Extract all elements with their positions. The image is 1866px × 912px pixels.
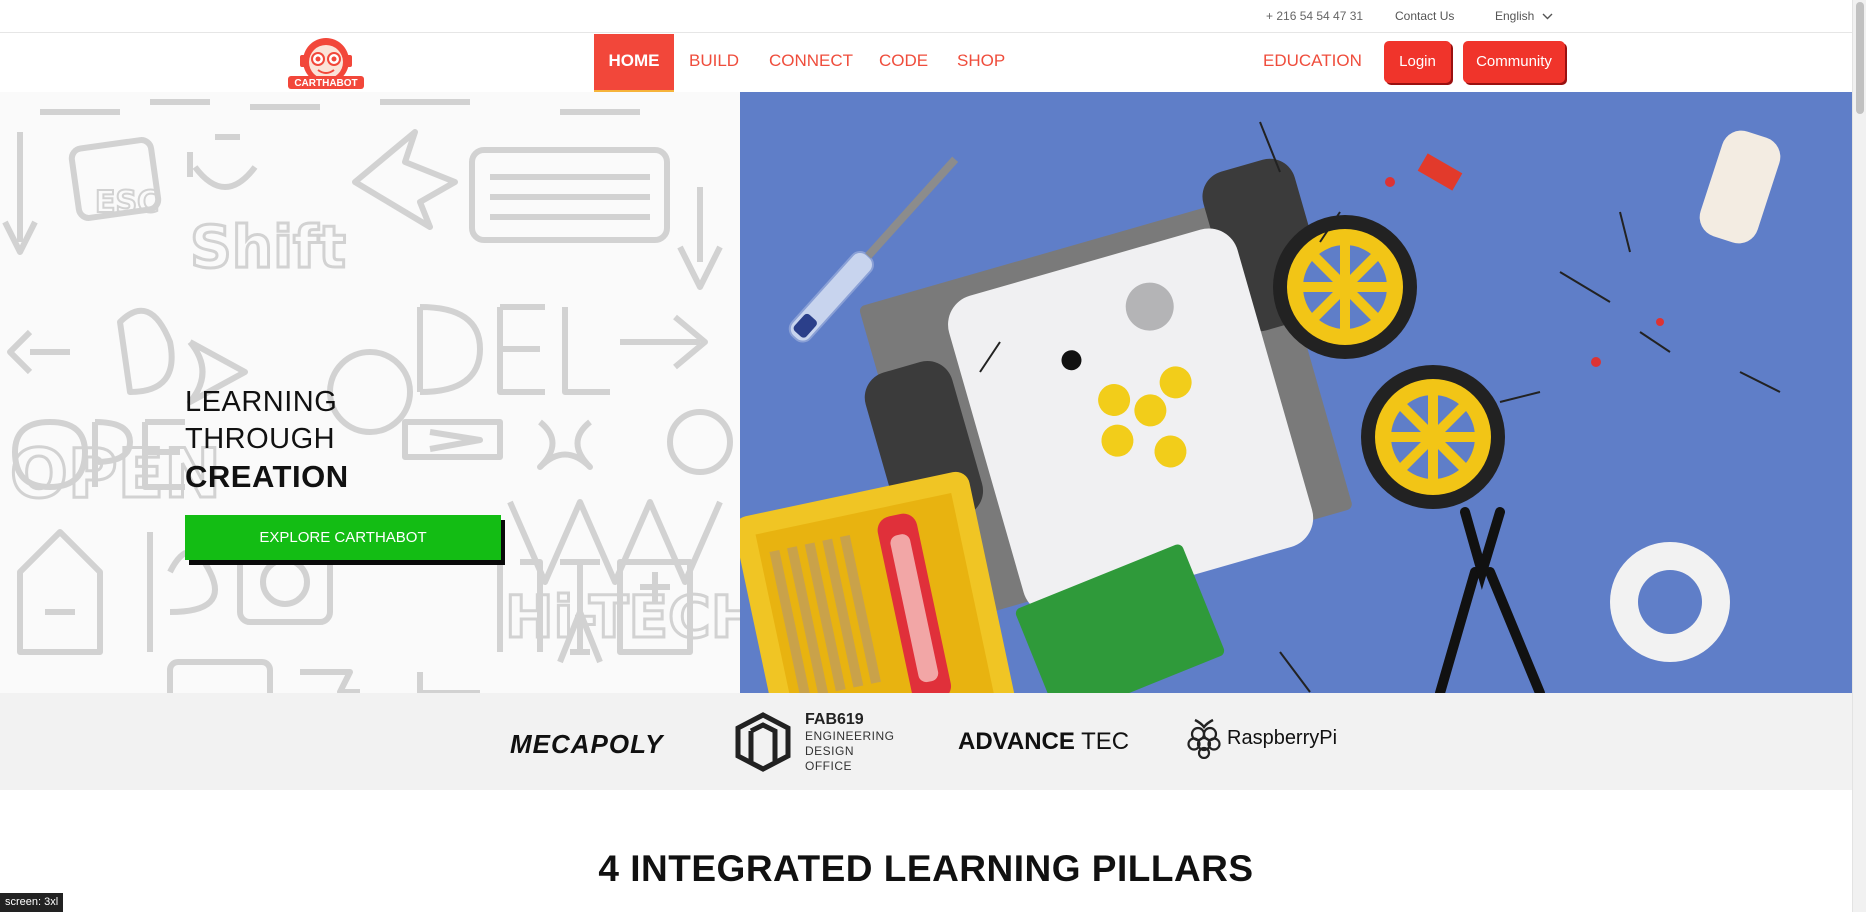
carthabot-logo[interactable]: CARTHABOT: [284, 35, 368, 91]
nav-shop[interactable]: SHOP: [957, 34, 1005, 90]
advance-tec-logo: ADVANCE TEC: [958, 728, 1129, 756]
page: + 216 54 54 47 31 Contact Us English CAR…: [0, 0, 1866, 912]
svg-text:ESC: ESC: [95, 185, 159, 220]
partner-logos-strip: MECAPOLY FAB619 ENGINEERING DESIGN OFFIC…: [0, 693, 1852, 790]
main-navigation: CARTHABOT HOME BUILD CONNECT CODE SHOP E…: [0, 34, 1852, 93]
phone-number: + 216 54 54 47 31: [1266, 9, 1364, 23]
hero-text-panel: Shift ESC OPEN Hi-TECH EXIT LEARNING THR…: [0, 92, 740, 693]
fab619-logo: FAB619 ENGINEERING DESIGN OFFICE: [733, 711, 898, 773]
raspberry-pi-text: RaspberryPi: [1227, 726, 1338, 749]
mecapoly-logo: MECAPOLY: [510, 729, 664, 759]
nav-education[interactable]: EDUCATION: [1263, 34, 1362, 90]
fab619-subtitle-2: DESIGN OFFICE: [805, 744, 855, 773]
language-selector[interactable]: English: [1495, 9, 1553, 23]
tape-roll-image: [1610, 542, 1730, 662]
hero-line-2: THROUGH: [185, 423, 336, 455]
explore-carthabot-button[interactable]: EXPLORE CARTHABOT: [185, 515, 501, 560]
fab619-title: FAB619: [805, 711, 864, 728]
nav-code[interactable]: CODE: [879, 34, 928, 90]
hero-line-1: LEARNING: [185, 386, 338, 418]
nav-build[interactable]: BUILD: [689, 34, 739, 90]
yellow-wheel-image: [1361, 365, 1505, 509]
raspberry-pi-logo: RaspberryPi: [1187, 717, 1337, 759]
yellow-wheel-image: [1273, 215, 1417, 359]
nav-home[interactable]: HOME: [594, 34, 674, 93]
page-scrollbar[interactable]: [1852, 0, 1866, 912]
robot-kit-illustration: [740, 92, 1852, 693]
doodle-background-illustration: Shift ESC OPEN Hi-TECH EXIT: [2, 99, 740, 693]
svg-text:Hi-TECH: Hi-TECH: [505, 583, 740, 651]
hero-line-3: CREATION: [185, 459, 349, 494]
language-label: English: [1495, 9, 1535, 23]
top-utility-bar: + 216 54 54 47 31 Contact Us English: [0, 0, 1852, 33]
login-button[interactable]: Login: [1384, 41, 1451, 83]
community-button[interactable]: Community: [1463, 41, 1565, 83]
screen-size-badge: screen: 3xl: [0, 893, 64, 912]
fab619-subtitle-1: ENGINEERING: [805, 729, 895, 743]
chevron-down-icon: [1542, 13, 1553, 19]
svg-text:Shift: Shift: [190, 213, 346, 281]
section-title: 4 INTEGRATED LEARNING PILLARS: [598, 848, 1254, 889]
hero-headline: LEARNING THROUGH CREATION: [185, 384, 349, 495]
advance-tec-rest: TEC: [1074, 728, 1130, 755]
raspberry-icon: [1187, 718, 1221, 759]
advance-tec-bold: ADVANCE: [958, 728, 1075, 755]
scrollbar-thumb[interactable]: [1856, 2, 1864, 114]
contact-us-link[interactable]: Contact Us: [1395, 9, 1454, 23]
nav-connect[interactable]: CONNECT: [769, 34, 853, 90]
logo-text: CARTHABOT: [294, 78, 357, 89]
hero-robot-photo: [740, 92, 1852, 693]
fab619-cube-icon: [735, 712, 797, 772]
